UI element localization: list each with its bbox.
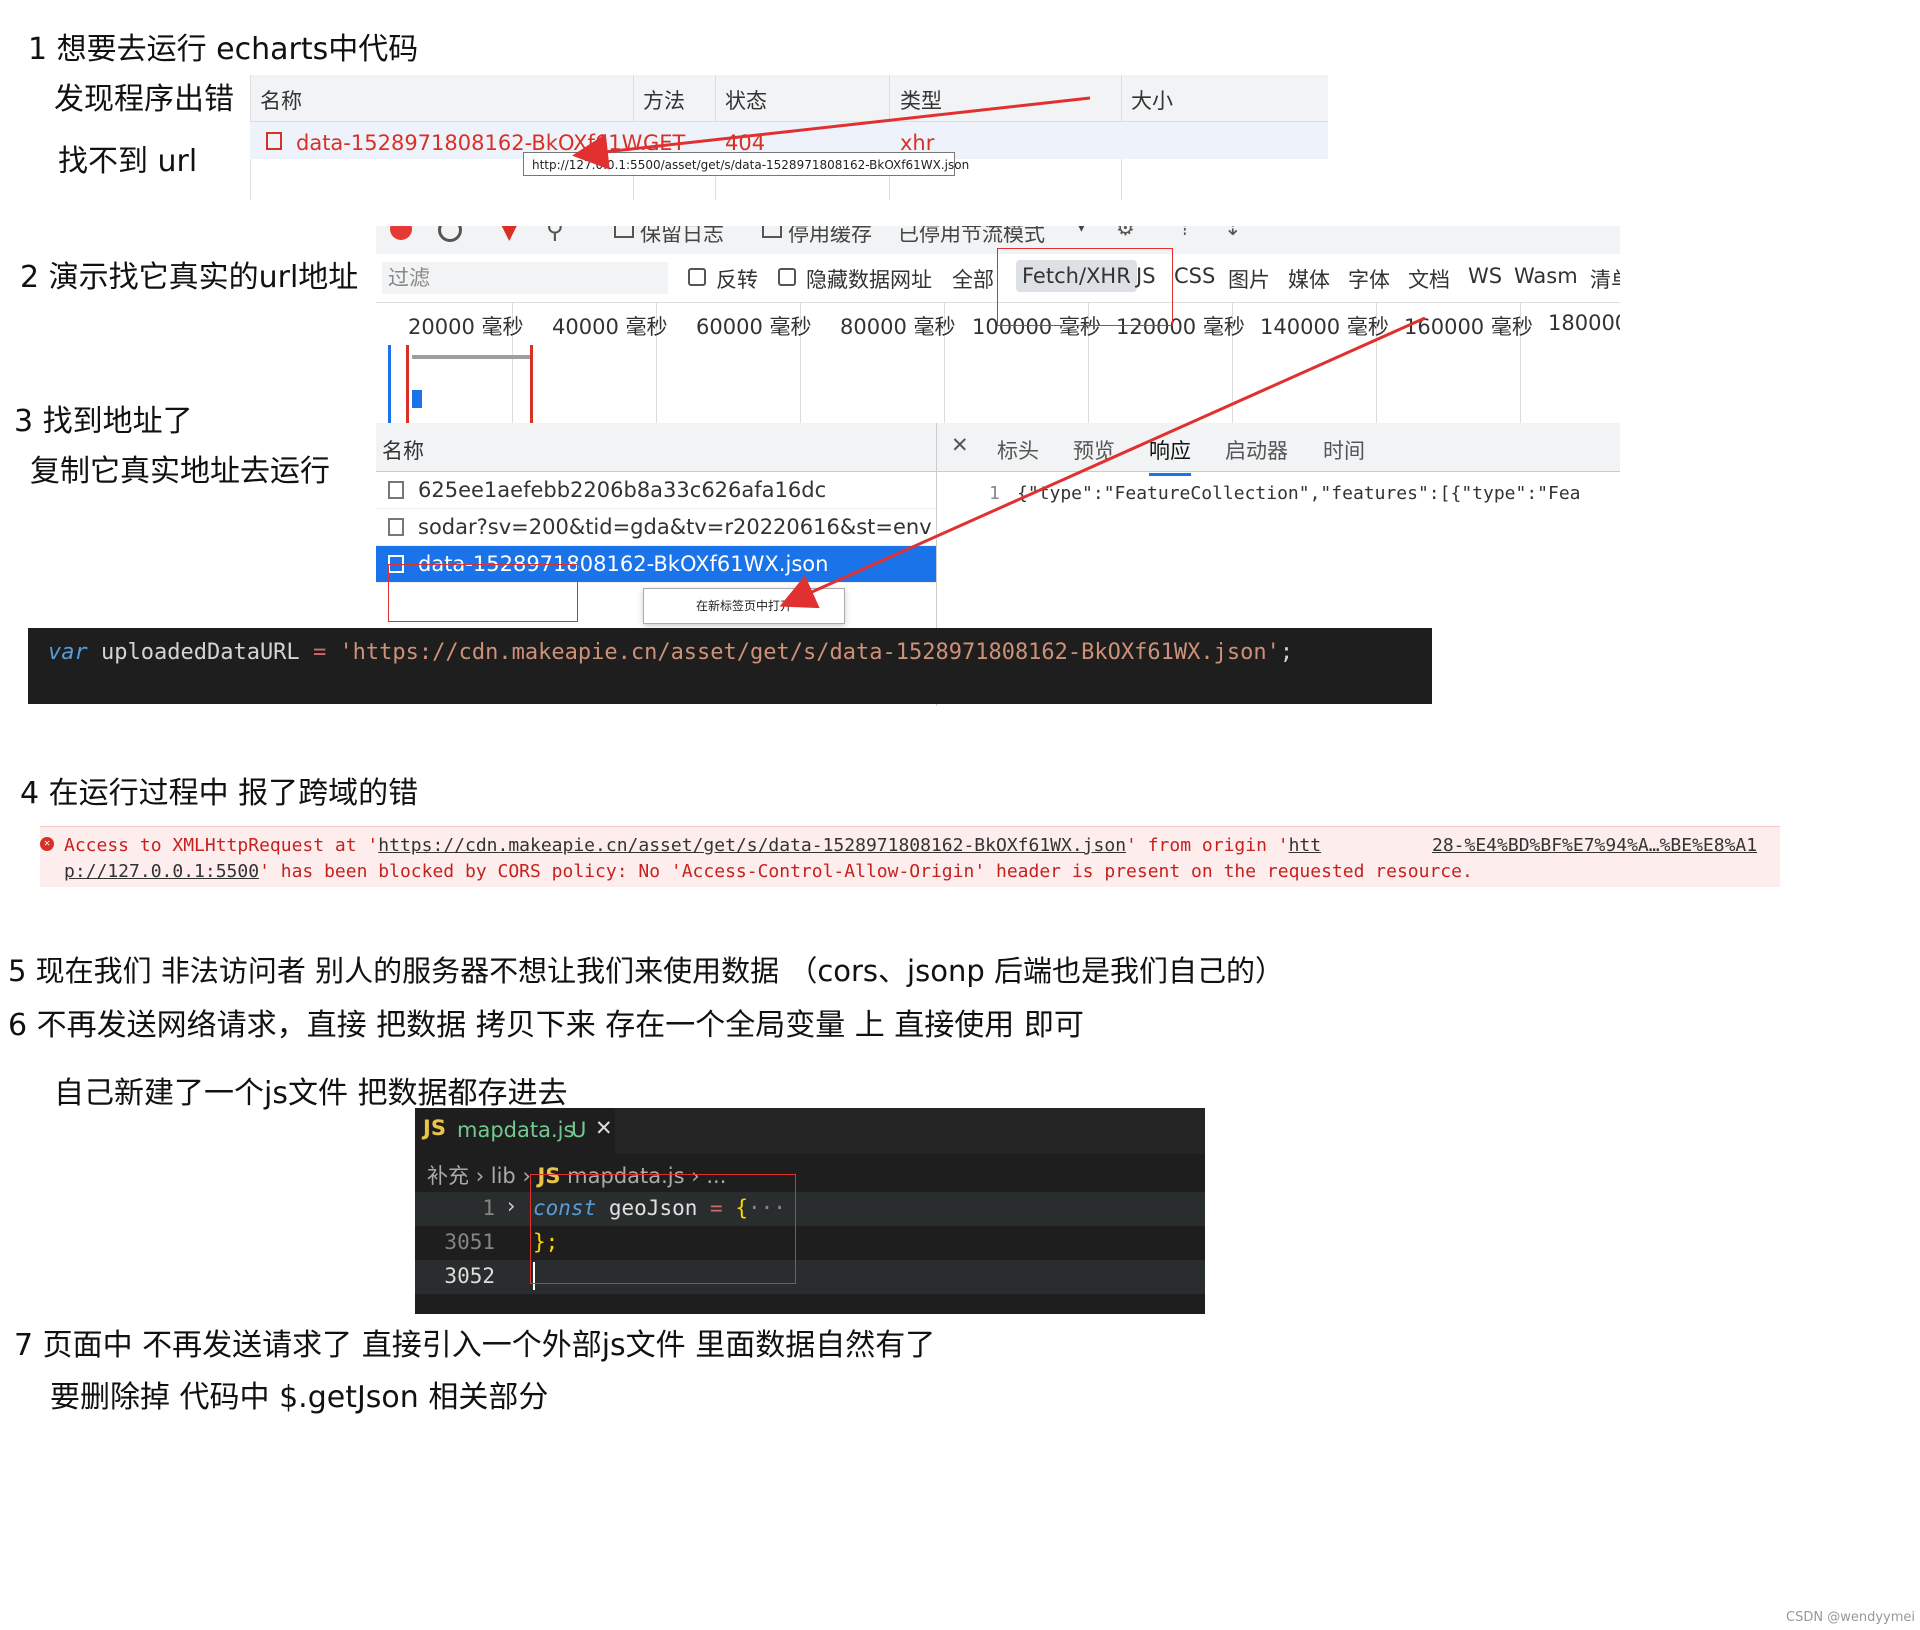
annotation-arrow — [572, 96, 1091, 170]
annotation-arrows — [572, 96, 1426, 609]
annotation-arrow — [779, 316, 1426, 609]
watermark: CSDN @wendyymei — [1786, 1610, 1915, 1625]
